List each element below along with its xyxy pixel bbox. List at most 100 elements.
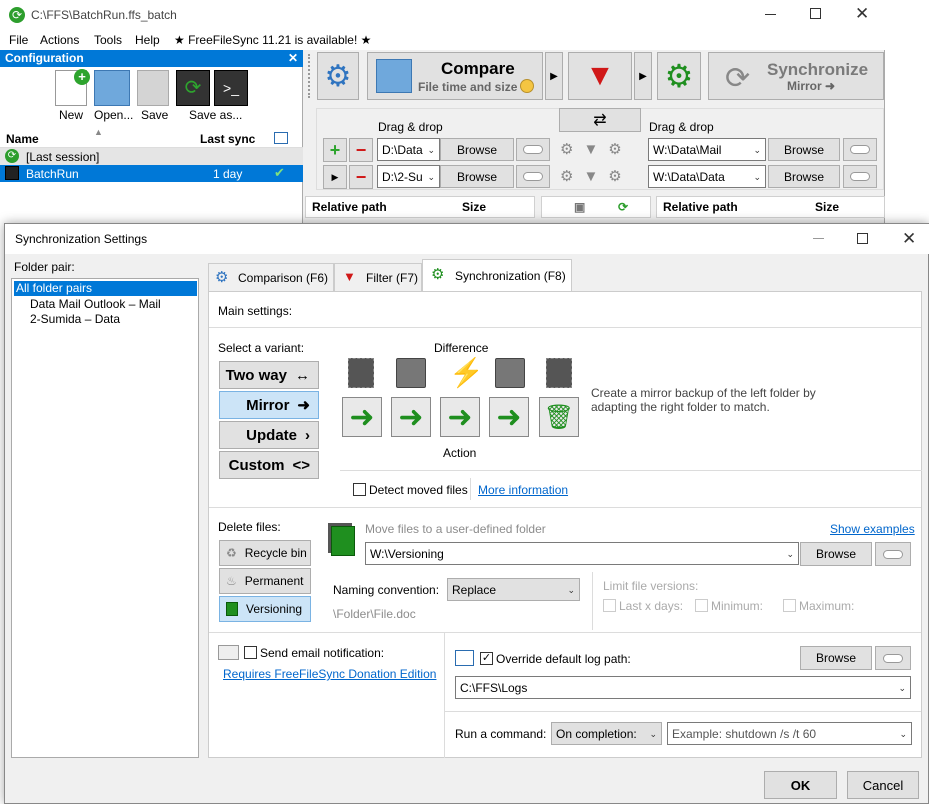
size-header[interactable]: Size xyxy=(815,200,839,214)
variant-two-way-button[interactable]: Two way ↔ xyxy=(219,361,319,389)
pair-settings-icons[interactable]: ⚙▼⚙ xyxy=(560,167,640,187)
filter-button[interactable]: ▼ xyxy=(568,52,632,100)
save-button-label[interactable]: Save xyxy=(141,108,168,122)
action-delete-icon[interactable]: 🗑 xyxy=(539,397,579,437)
compare-button[interactable]: Compare File time and size xyxy=(367,52,543,100)
right-folder-input[interactable]: W:\Data\Mail ⌄ xyxy=(648,138,766,161)
minimize-icon[interactable] xyxy=(765,14,776,15)
tab-comparison[interactable]: ⚙ Comparison (F6) xyxy=(208,263,334,291)
difference-label: Difference xyxy=(434,341,489,355)
compare-dropdown-arrow[interactable]: ▶ xyxy=(545,52,563,100)
ok-button[interactable]: OK xyxy=(764,771,837,799)
cloud-versioning-icon[interactable] xyxy=(875,542,911,566)
close-icon[interactable]: ✕ xyxy=(902,229,916,249)
action-overwrite-icon[interactable]: ➜ xyxy=(391,397,431,437)
maximize-icon[interactable] xyxy=(857,233,868,244)
close-icon[interactable]: ✕ xyxy=(855,4,869,24)
last-sync-column-header[interactable]: Last sync xyxy=(200,132,255,146)
menu-actions[interactable]: Actions xyxy=(40,33,79,47)
override-log-checkbox[interactable]: ✓ xyxy=(480,652,493,665)
minimize-icon[interactable] xyxy=(813,238,824,239)
config-row[interactable]: BatchRun 1 day ✔ xyxy=(0,165,303,182)
right-folder-input[interactable]: W:\Data\Data ⌄ xyxy=(648,165,766,188)
size-header[interactable]: Size xyxy=(462,200,486,214)
relative-path-header[interactable]: Relative path xyxy=(312,200,387,214)
minimum-checkbox[interactable] xyxy=(695,599,708,612)
variant-mirror-button[interactable]: Mirror ➜ xyxy=(219,391,319,419)
save-icon[interactable] xyxy=(137,70,169,106)
expand-pair-icon[interactable]: ▶ xyxy=(323,165,347,189)
browse-log-button[interactable]: Browse xyxy=(800,646,872,670)
cloud-right-icon[interactable] xyxy=(843,165,877,188)
email-checkbox[interactable] xyxy=(244,646,257,659)
tab-filter[interactable]: ▼ Filter (F7) xyxy=(334,263,422,291)
sync-settings-gear-icon[interactable]: ⚙ xyxy=(657,52,701,100)
cloud-log-icon[interactable] xyxy=(875,646,911,670)
tab-sync[interactable]: ⚙ Synchronization (F8) xyxy=(422,259,572,292)
remove-pair-icon[interactable]: − xyxy=(349,138,373,162)
browse-right-button[interactable]: Browse xyxy=(768,165,840,188)
variant-update-button[interactable]: Update › xyxy=(219,421,319,449)
left-folder-input[interactable]: D:\2-Su ⌄ xyxy=(377,165,440,188)
email-donation-link[interactable]: Requires FreeFileSync Donation Edition xyxy=(223,667,436,681)
relative-path-header[interactable]: Relative path xyxy=(663,200,738,214)
config-row[interactable]: ⟳ [Last session] xyxy=(0,148,303,165)
browse-left-button[interactable]: Browse xyxy=(440,138,514,161)
add-pair-icon[interactable]: + xyxy=(323,138,347,162)
action-overwrite-icon[interactable]: ➜ xyxy=(489,397,529,437)
menu-tools[interactable]: Tools xyxy=(94,33,122,47)
last-x-days-checkbox[interactable] xyxy=(603,599,616,612)
on-completion-select[interactable]: On completion: ⌄ xyxy=(551,722,662,745)
menu-help[interactable]: Help xyxy=(135,33,160,47)
detect-moved-checkbox[interactable] xyxy=(353,483,366,496)
swap-sides-icon[interactable]: ⇄ xyxy=(559,108,641,132)
variant-custom-button[interactable]: Custom <> xyxy=(219,451,319,479)
filter-dropdown-arrow[interactable]: ▶ xyxy=(634,52,652,100)
versioning-path-input[interactable]: W:\Versioning ⌄ xyxy=(365,542,799,565)
cloud-left-icon[interactable] xyxy=(516,138,550,161)
menu-file[interactable]: File xyxy=(9,33,28,47)
new-button-label[interactable]: New xyxy=(59,108,83,122)
more-info-link[interactable]: More information xyxy=(478,483,568,497)
show-examples-link[interactable]: Show examples xyxy=(830,522,915,536)
browse-versioning-button[interactable]: Browse xyxy=(800,542,872,566)
action-create-icon[interactable]: ➜ xyxy=(342,397,382,437)
browse-right-button[interactable]: Browse xyxy=(768,138,840,161)
maximize-icon[interactable] xyxy=(810,8,821,19)
action-label: Action xyxy=(443,446,477,460)
maximum-checkbox[interactable] xyxy=(783,599,796,612)
open-button-label[interactable]: Open... xyxy=(94,108,133,122)
naming-convention-select[interactable]: Replace ⌄ xyxy=(447,578,580,601)
folder-pair-item[interactable]: All folder pairs xyxy=(14,281,197,296)
batch-icon[interactable]: >_ xyxy=(214,70,248,106)
save-as-icon[interactable]: ⟳ xyxy=(176,70,210,106)
camera-icon[interactable]: ▣ xyxy=(574,200,585,214)
sync-direction-icon[interactable]: ⟳ xyxy=(618,200,628,214)
left-folder-input[interactable]: D:\Data ⌄ xyxy=(377,138,440,161)
log-path-input[interactable]: C:\FFS\Logs ⌄ xyxy=(455,676,911,699)
settings-gear-icon[interactable]: ⚙ xyxy=(317,52,359,100)
column-settings-icon[interactable] xyxy=(274,132,288,144)
recycle-bin-button[interactable]: ♻ Recycle bin xyxy=(219,540,311,566)
cloud-left-icon[interactable] xyxy=(516,165,550,188)
action-overwrite-icon[interactable]: ➜ xyxy=(440,397,480,437)
folder-pair-item[interactable]: 2-Sumida – Data xyxy=(30,312,120,326)
command-input[interactable]: Example: shutdown /s /t 60 ⌄ xyxy=(667,722,912,745)
batch-file-icon xyxy=(5,166,19,180)
name-column-header[interactable]: Name xyxy=(6,132,39,146)
permanent-button[interactable]: ♨ Permanent xyxy=(219,568,311,594)
remove-pair-icon[interactable]: − xyxy=(349,165,373,189)
versioning-button[interactable]: Versioning xyxy=(219,596,311,622)
browse-left-button[interactable]: Browse xyxy=(440,165,514,188)
cloud-right-icon[interactable] xyxy=(843,138,877,161)
save-as-button-label[interactable]: Save as... xyxy=(189,108,242,122)
cancel-button[interactable]: Cancel xyxy=(847,771,919,799)
pair-settings-icons[interactable]: ⚙▼⚙ xyxy=(560,140,640,160)
open-icon[interactable] xyxy=(94,70,130,106)
new-icon[interactable]: + xyxy=(55,69,90,106)
synchronize-button[interactable]: ⟳ Synchronize Mirror ➜ xyxy=(708,52,884,100)
folder-pair-item[interactable]: Data Mail Outlook – Mail xyxy=(30,297,161,311)
close-panel-icon[interactable]: ✕ xyxy=(288,50,298,67)
override-log-label: Override default log path: xyxy=(496,652,631,666)
update-notice[interactable]: ★ FreeFileSync 11.21 is available! ★ xyxy=(174,33,371,47)
